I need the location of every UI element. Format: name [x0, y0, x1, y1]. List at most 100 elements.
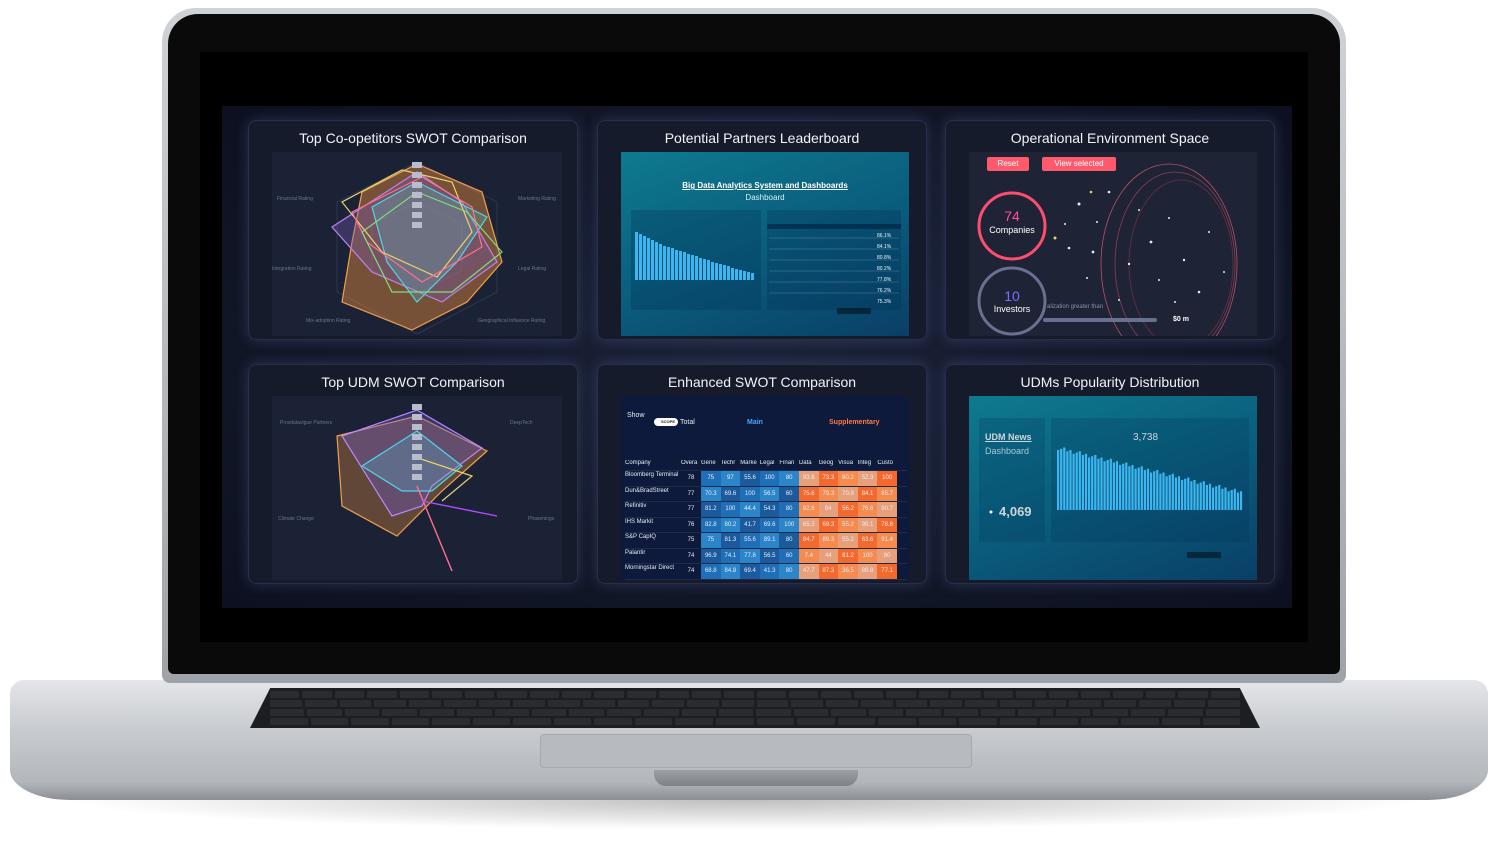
histogram-bar	[1215, 486, 1218, 510]
score-cell: 56.5	[759, 548, 780, 563]
score-cell: 41.3	[759, 564, 780, 579]
table-row[interactable]: S&P CapIQ 75 75 81.3 55.6 89.1 80 84.7 89.3 55.2 6…	[625, 532, 907, 548]
table-row[interactable]: Refinitiv 77 81.2 100 44.4 54.3 80 92.6 84 56.2 76…	[625, 501, 907, 517]
leaderboard-thumbnail[interactable]: Big Data Analytics System and Dashboards…	[621, 152, 909, 336]
company-name: MicroStrategy	[625, 580, 681, 581]
histogram-bar	[1081, 455, 1084, 510]
score-cell: 100	[720, 502, 741, 517]
score-cell: 87.3	[818, 564, 839, 579]
axis-label: Proxdatavigue Partners	[280, 420, 333, 426]
table-row[interactable]: Bloomberg Terminal 78 75 97 55.6 100 80 93.8 73.…	[625, 470, 907, 486]
overall-score: 74	[687, 552, 695, 559]
panel-udm-popularity[interactable]: UDMs Popularity Distribution UDM News Da…	[945, 364, 1275, 584]
score-cell: 100	[740, 486, 760, 501]
histogram-bar	[1115, 461, 1119, 510]
udm-radar-chart[interactable]: Proxdatavigue Partners DeepTech Phasenin…	[272, 396, 562, 580]
histogram-bar	[1199, 482, 1202, 510]
supplementary-label: Supplementary	[829, 419, 880, 426]
show-label: Show	[627, 412, 645, 419]
valuation-slider[interactable]	[1043, 318, 1157, 322]
score-cell: 55.2	[838, 533, 858, 548]
panel-udm-swot[interactable]: Top UDM SWOT Comparison Proxdatavigue Pa…	[248, 364, 578, 584]
histogram-bar	[1196, 483, 1199, 510]
overall-score: 77	[687, 506, 695, 512]
score-cell: 88.8	[857, 564, 878, 579]
score-cell: 80	[779, 502, 799, 517]
investors-label: Investors	[993, 304, 1031, 314]
histogram-bar	[1128, 466, 1131, 510]
panel-operational-environment[interactable]: Operational Environment Space Reset View…	[945, 120, 1275, 340]
score-cell: 80	[779, 471, 799, 486]
score-cell: 69.6	[759, 517, 780, 532]
panel-enhanced-swot[interactable]: Enhanced SWOT Comparison Show SCOPE Tota…	[597, 364, 927, 584]
environment-space-view[interactable]: Reset View selected 74 Companies 10 Inve…	[969, 152, 1257, 336]
score-cell: 100	[779, 517, 799, 532]
histogram-bar	[1146, 468, 1150, 510]
histogram-bar	[1119, 465, 1122, 510]
enhanced-swot-table[interactable]: Show SCOPE Total Main Supplementary Comp…	[621, 396, 909, 580]
histogram-bar	[1063, 447, 1066, 510]
score-cell: 54.3	[759, 502, 780, 517]
histogram-bar	[1125, 462, 1128, 510]
coopetitors-radar-chart[interactable]: Financial Rating Marketing Rating Legal …	[272, 152, 562, 336]
score-cell: 65.3	[818, 579, 839, 580]
main-label: Main	[747, 419, 763, 426]
score-cell: 69.6	[720, 486, 741, 501]
histogram-bar	[1106, 460, 1109, 510]
column-header: Overa	[681, 460, 698, 466]
column-header: Visua	[838, 460, 854, 466]
score-cell: 52.3	[857, 471, 878, 486]
panel-partners-leaderboard[interactable]: Potential Partners Leaderboard Big Data …	[597, 120, 927, 340]
view-selected-button[interactable]: View selected	[1042, 157, 1116, 171]
table-row[interactable]: Palantir 74 96.9 74.1 77.8 56.5 60 7.4 44 81.2 100…	[625, 547, 907, 563]
panel-title: Top UDM SWOT Comparison	[321, 374, 505, 390]
histogram-bar	[1177, 476, 1181, 510]
leaderboard-value: 75.3%	[877, 299, 892, 305]
table-header: Company Overa Gene Techr Marke Legal Finan Data…	[625, 460, 907, 470]
histogram-bar	[1140, 466, 1143, 510]
histogram-bar	[1193, 480, 1196, 510]
score-cell: 50	[740, 579, 760, 580]
score-cell: 81.3	[720, 533, 741, 548]
score-cell: 70.3	[701, 486, 721, 501]
score-cell: 76.6	[857, 502, 878, 517]
axis-label: Integration Rating	[272, 266, 312, 272]
axis-label: Financial Rating	[277, 196, 313, 202]
score-cell: 55.6	[740, 471, 760, 486]
score-cell: 69.3	[818, 517, 839, 532]
reset-button[interactable]: Reset	[987, 157, 1029, 171]
score-cell: 74.1	[720, 548, 741, 563]
panel-title: Operational Environment Space	[1010, 130, 1210, 146]
popularity-thumbnail[interactable]: UDM News Dashboard 3,738 4,069	[969, 396, 1257, 580]
score-cell: 100	[759, 471, 780, 486]
scope-toggle[interactable]: SCOPE	[654, 418, 678, 426]
histogram-bar	[1221, 488, 1224, 510]
histogram-bar	[1122, 463, 1125, 510]
table-row[interactable]: MicroStrategy7264.177.15056.78037.665.38…	[625, 578, 907, 581]
score-cell: 89.3	[818, 533, 839, 548]
slider-value: $0 m	[1173, 316, 1189, 323]
score-cell: 70.8	[838, 486, 858, 501]
leaderboard-value: 84.1%	[877, 244, 892, 250]
score-cell: 80	[779, 533, 799, 548]
trackpad	[540, 734, 972, 768]
score-cell: 77.1	[877, 564, 897, 579]
column-header: Finan	[779, 460, 795, 466]
histogram-bar	[1190, 481, 1193, 510]
screen: Top Co-opetitors SWOT Comparison Financi…	[200, 52, 1308, 642]
score-cell: 80.2	[838, 579, 858, 580]
total-label: Total	[680, 419, 695, 426]
table-row[interactable]: IHS Markit 76 82.8 80.2 41.7 69.6 100 65.3 69.3 5…	[625, 516, 907, 532]
score-cell: 92.6	[798, 502, 819, 517]
histogram-bar	[1162, 472, 1165, 510]
histogram-bar	[1078, 451, 1081, 510]
axis-label: Climate Change	[278, 516, 314, 522]
table-row[interactable]: Dun&BradStreet 77 70.3 69.6 100 56.5 60 75.6 79.…	[625, 485, 907, 501]
column-header: Custo	[877, 460, 894, 466]
histogram-bar	[1168, 475, 1171, 510]
panel-coopetitors-swot[interactable]: Top Co-opetitors SWOT Comparison Financi…	[248, 120, 578, 340]
score-cell: 77.1	[720, 579, 741, 580]
histogram-bar	[1174, 477, 1177, 510]
slider-caption: alization greater than	[1047, 304, 1104, 310]
table-row[interactable]: Morningstar Direct 74 68.8 84.8 69.4 41.3 80 47…	[625, 563, 907, 579]
